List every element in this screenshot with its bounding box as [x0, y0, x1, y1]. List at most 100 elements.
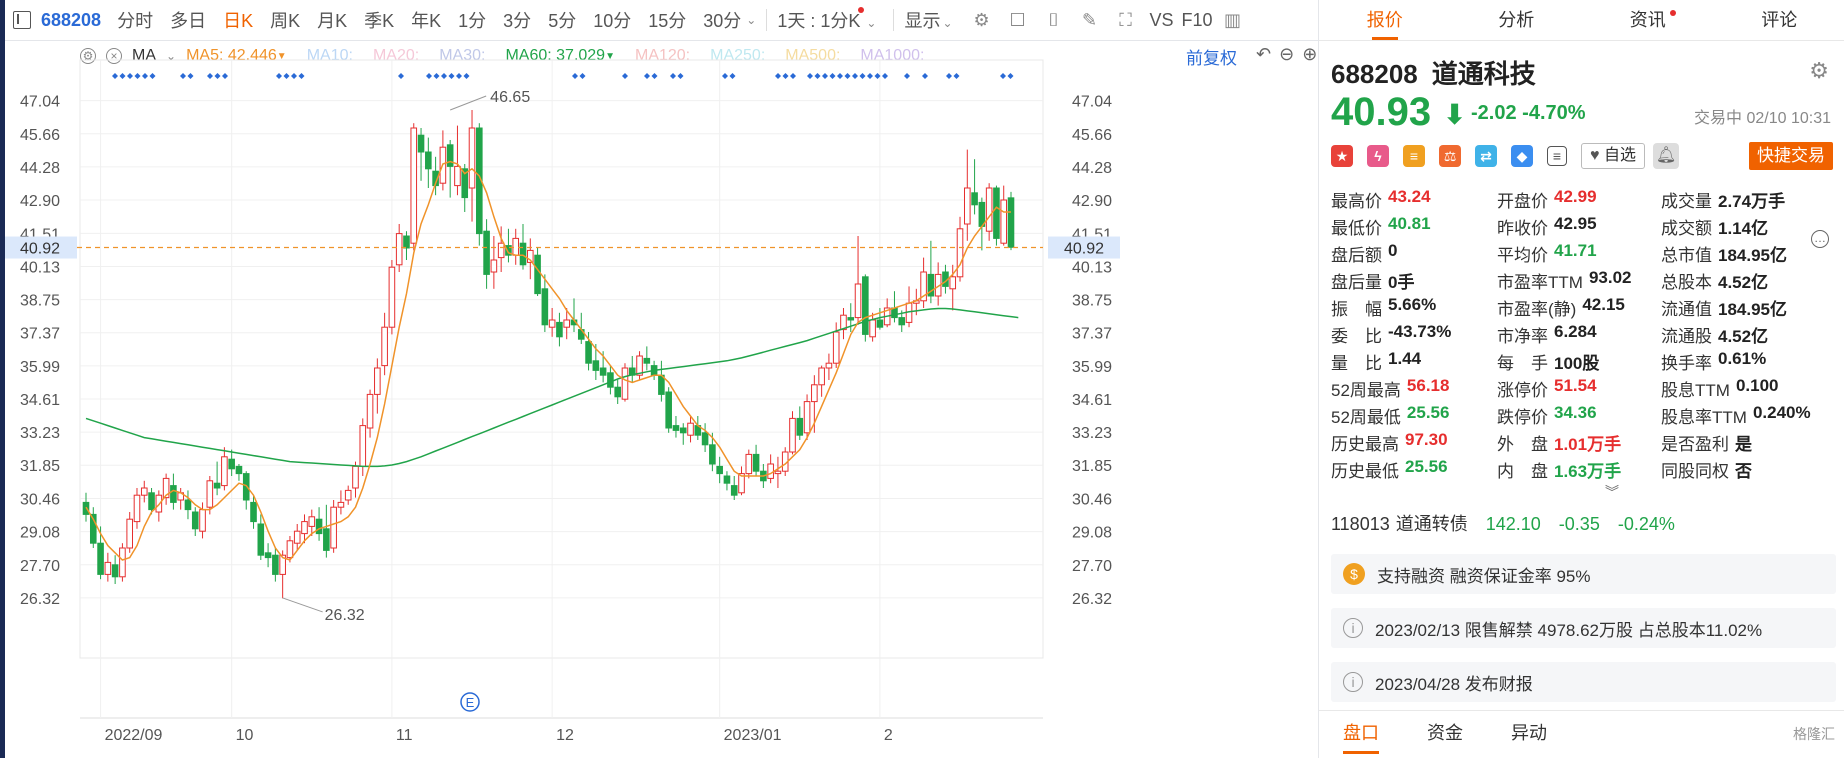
period-tab[interactable]: 月K — [317, 7, 347, 33]
chevron-down-icon[interactable]: ⌄ — [166, 49, 176, 63]
candle-body — [790, 418, 796, 452]
camera-icon[interactable]: ⌷ — [1042, 9, 1066, 31]
notification-dot — [858, 7, 864, 13]
ma-close-icon[interactable]: × — [106, 48, 122, 64]
period-tab[interactable]: 10分 — [593, 7, 631, 33]
candle-body — [819, 368, 825, 385]
event-marker — [580, 73, 586, 79]
y-tick-label-left: 30.46 — [20, 492, 60, 509]
tab-analysis[interactable]: 分析 — [1451, 0, 1583, 40]
stat-cell: 流通股4.52亿 — [1661, 322, 1841, 347]
pencil-icon[interactable]: ✎ — [1078, 9, 1102, 31]
chevron-down-icon[interactable]: ⌄ — [746, 13, 756, 27]
chevron-down-icon: ⌄ — [866, 16, 876, 30]
tab-news[interactable]: 资讯 — [1582, 0, 1714, 40]
heart-icon: ♥ — [1590, 147, 1600, 164]
period-tab[interactable]: 周K — [270, 7, 300, 33]
candle-body — [724, 476, 730, 483]
candle-body — [753, 454, 759, 471]
candle-body — [353, 466, 359, 488]
tab-label: 盘口 — [1343, 723, 1379, 743]
event-marker — [142, 73, 148, 79]
watermark-text: 格隆汇 — [1793, 726, 1835, 742]
candle-body — [491, 260, 497, 272]
y-tick-label-right: 29.08 — [1072, 525, 1112, 542]
shuffle-icon[interactable]: ⇄ — [1475, 145, 1497, 167]
period-tab[interactable]: 分时 — [117, 7, 153, 33]
event-marker — [807, 73, 813, 79]
info-icon: i — [1343, 672, 1363, 692]
period-tab[interactable]: 年K — [411, 7, 441, 33]
document-icon[interactable]: ≡ — [1547, 146, 1567, 166]
panel-toggle-icon[interactable]: ▥ — [1221, 9, 1245, 31]
period-tab[interactable]: 5分 — [548, 7, 576, 33]
event-marker — [572, 73, 578, 79]
ma-label[interactable]: MA — [132, 47, 156, 65]
display-dropdown[interactable]: 显示⌄ — [904, 7, 952, 33]
period-tab[interactable]: 多日 — [170, 7, 206, 33]
stat-cell: 内 盘1.63万手 — [1497, 457, 1661, 482]
period-tab[interactable]: 30分 — [703, 7, 741, 33]
x-tick-label: 11 — [396, 727, 413, 744]
candle-body — [892, 308, 898, 318]
margin-support-card[interactable]: $ 支持融资 融资保证金率 95% — [1331, 554, 1836, 594]
vs-button[interactable]: VS — [1150, 10, 1174, 31]
kline-chart[interactable]: 47.0447.0445.6645.6644.2844.2842.9042.90… — [0, 0, 1318, 758]
coins-icon[interactable]: ≡ — [1403, 145, 1425, 167]
expand-chevron-icon[interactable]: ︾ — [1605, 482, 1619, 502]
tab-orderbook[interactable]: 盘口 — [1319, 711, 1403, 759]
tab-quote[interactable]: 报价 — [1319, 0, 1451, 40]
divider — [766, 9, 767, 31]
bell-icon[interactable]: 🔔︎ — [1653, 143, 1679, 169]
trade-status: 交易中 02/10 10:31 — [1694, 104, 1831, 128]
stat-cell: 股息TTM0.100 — [1661, 376, 1841, 401]
add-watchlist-button[interactable]: ♥ 自选 — [1581, 143, 1645, 169]
period-tab[interactable]: 日K — [223, 7, 253, 33]
ma-settings-gear-icon[interactable]: ⚙ — [80, 48, 96, 64]
period-tab[interactable]: 季K — [364, 7, 394, 33]
stat-label: 跌停价 — [1497, 403, 1548, 428]
period-tab[interactable]: 15分 — [648, 7, 686, 33]
sidebar-toggle-icon[interactable] — [13, 11, 31, 29]
adjust-mode-button[interactable]: 前复权 — [1186, 44, 1237, 69]
event-marker — [222, 73, 228, 79]
zoom-out-icon[interactable]: ⊖ — [1279, 44, 1302, 64]
stats-row: 盘后额0平均价41.71总市值184.95亿 — [1331, 240, 1841, 267]
scale-icon[interactable]: ⚖ — [1439, 145, 1461, 167]
bond-name: 道通转债 — [1396, 514, 1468, 534]
stat-cell: 流通值184.95亿 — [1661, 295, 1841, 320]
ktype-dropdown[interactable]: 1天 : 1分K ⌄ — [777, 7, 876, 33]
quick-trade-button[interactable]: 快捷交易 — [1749, 142, 1833, 170]
undo-icon[interactable]: ↶ — [1256, 44, 1279, 64]
tab-movers[interactable]: 异动 — [1487, 711, 1571, 759]
candle-body — [950, 277, 956, 289]
candle-body — [178, 493, 184, 500]
stat-value: 184.95亿 — [1718, 295, 1787, 320]
earnings-event-card[interactable]: i 2023/04/28 发布财报 — [1331, 662, 1836, 702]
tab-comments[interactable]: 评论 — [1714, 0, 1844, 40]
stat-value: 6.284 — [1554, 322, 1597, 347]
unlock-event-card[interactable]: i 2023/02/13 限售解禁 4978.62万股 占总股本11.02% — [1331, 608, 1836, 648]
period-tab[interactable]: 3分 — [503, 7, 531, 33]
low-marker-line — [283, 598, 323, 612]
f10-button[interactable]: F10 — [1182, 10, 1213, 31]
tab-label: 资讯 — [1630, 10, 1666, 30]
convertible-bond[interactable]: 118013道通转债142.10-0.35-0.24% — [1331, 510, 1693, 536]
draw-box-icon[interactable]: ☐ — [1006, 9, 1030, 31]
settings-gear-icon[interactable]: ⚙ — [1809, 58, 1829, 84]
stat-label: 最高价 — [1331, 187, 1382, 212]
period-tab[interactable]: 1分 — [458, 7, 486, 33]
fullscreen-icon[interactable]: ⛶ — [1114, 9, 1138, 31]
more-icon[interactable]: … — [1811, 230, 1829, 248]
tag-icon[interactable]: ◆ — [1511, 145, 1533, 167]
stat-value: 1.14亿 — [1718, 214, 1768, 239]
lightning-icon[interactable]: ϟ — [1367, 145, 1389, 167]
ktype-label: 1天 : 1分K — [777, 11, 860, 31]
stats-row: 最低价40.81昨收价42.95成交额1.14亿 — [1331, 213, 1841, 240]
stock-code[interactable]: 688208 — [41, 10, 101, 31]
x-tick-label: 2022/09 — [105, 727, 163, 744]
star-flag-icon[interactable]: ★ — [1331, 145, 1353, 167]
stat-label: 内 盘 — [1497, 457, 1548, 482]
tab-capital[interactable]: 资金 — [1403, 711, 1487, 759]
settings-gear-icon[interactable]: ⚙ — [970, 9, 994, 31]
